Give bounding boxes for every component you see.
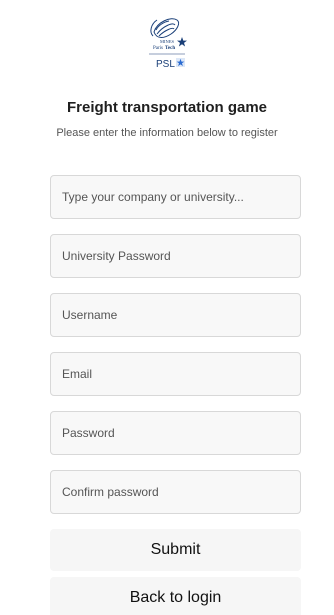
confirm-password-input[interactable]: [50, 470, 301, 514]
page-subtitle: Please enter the information below to re…: [56, 127, 278, 139]
logo-psl-text: PSL: [156, 59, 175, 70]
logo-graphic: MINES Paris Tech PSL: [149, 18, 187, 70]
email-input[interactable]: [50, 352, 301, 396]
logo-tech-text: Tech: [165, 46, 175, 51]
back-to-login-button[interactable]: Back to login: [50, 577, 301, 615]
university-password-input[interactable]: [50, 234, 301, 278]
star-icon: [177, 37, 187, 47]
emblem-icon: [150, 18, 180, 38]
submit-button[interactable]: Submit: [50, 529, 301, 571]
logo-mines-text: MINES: [160, 39, 174, 44]
mines-paristech-psl-logo: MINES Paris Tech PSL: [0, 12, 334, 92]
password-input[interactable]: [50, 411, 301, 455]
register-page: MINES Paris Tech PSL Freight transportat…: [0, 0, 334, 615]
company-input[interactable]: [50, 175, 301, 219]
logo-paris-text: Paris: [153, 46, 163, 51]
username-input[interactable]: [50, 293, 301, 337]
page-title: Freight transportation game: [66, 99, 268, 116]
